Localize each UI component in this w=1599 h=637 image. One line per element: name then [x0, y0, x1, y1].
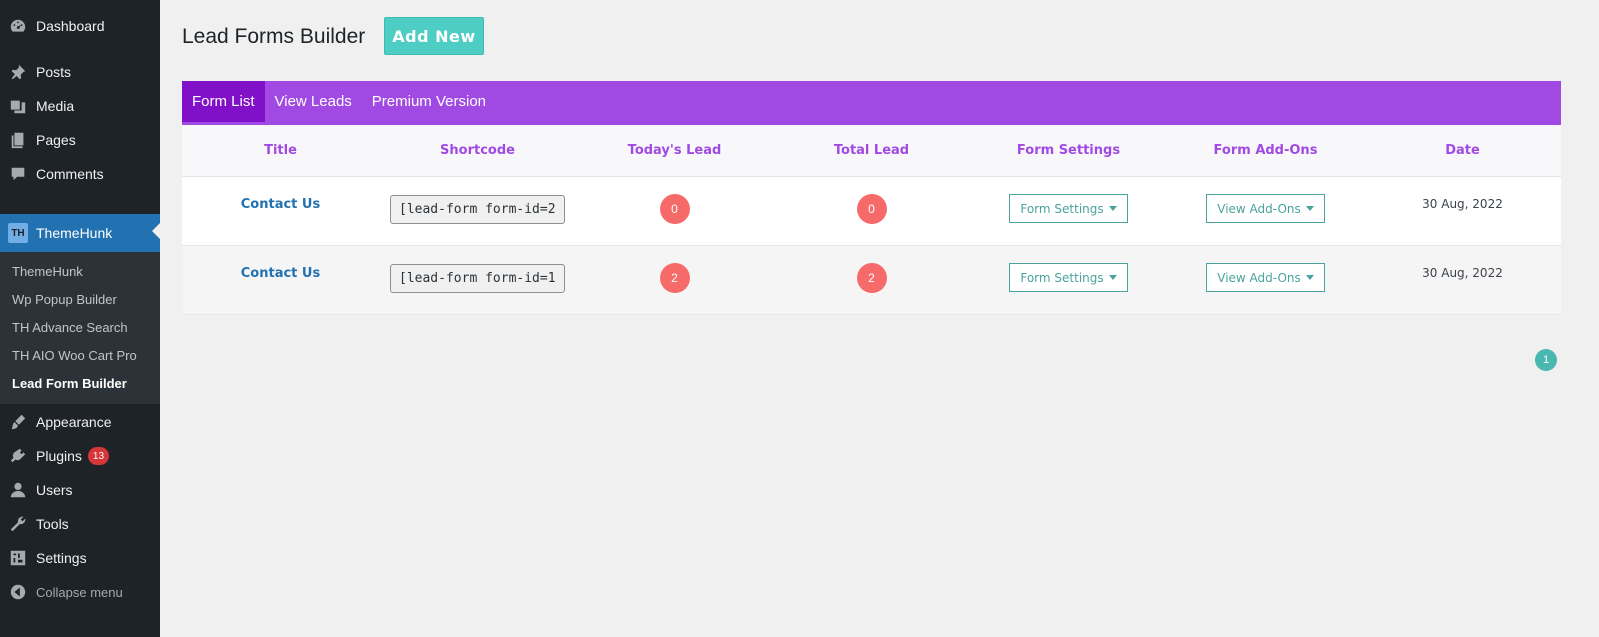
- submenu-th-aio-woo-cart-pro[interactable]: TH AIO Woo Cart Pro: [12, 348, 137, 363]
- menu-settings[interactable]: Settings: [0, 541, 160, 575]
- menu-appearance[interactable]: Appearance: [0, 405, 160, 439]
- menu-label: Users: [36, 482, 73, 498]
- collapse-icon: [8, 582, 28, 602]
- pagination-page-1[interactable]: 1: [1535, 349, 1557, 371]
- column-header-date: Date: [1445, 143, 1480, 158]
- menu-label: Comments: [36, 166, 104, 182]
- menu-label: Dashboard: [36, 18, 105, 34]
- tabs-bar: Form List View Leads Premium Version: [182, 81, 1561, 125]
- plugins-update-badge: 13: [87, 447, 110, 465]
- total-lead-count: 0: [856, 194, 887, 224]
- form-date: 30 Aug, 2022: [1422, 266, 1503, 280]
- media-icon: [8, 96, 28, 116]
- paintbrush-icon: [8, 412, 28, 432]
- menu-label: Tools: [36, 516, 69, 532]
- pages-icon: [8, 130, 28, 150]
- menu-label: Appearance: [36, 414, 112, 430]
- dropdown-label: View Add-Ons: [1217, 201, 1301, 216]
- menu-media[interactable]: Media: [0, 89, 160, 123]
- tab-form-list[interactable]: Form List: [182, 81, 265, 122]
- dropdown-label: View Add-Ons: [1217, 270, 1301, 285]
- caret-down-icon: [1305, 275, 1314, 280]
- submenu-themehunk[interactable]: ThemeHunk: [12, 264, 83, 279]
- caret-down-icon: [1108, 206, 1117, 211]
- add-new-button[interactable]: Add New: [384, 17, 484, 55]
- dropdown-label: Form Settings: [1020, 201, 1104, 216]
- pin-icon: [8, 62, 28, 82]
- table-row: Contact Us [lead-form form-id=2 0 0 Form…: [182, 177, 1561, 246]
- column-header-title: Title: [264, 143, 297, 158]
- collapse-menu[interactable]: Collapse menu: [0, 575, 160, 609]
- todays-lead-count: 2: [659, 263, 690, 293]
- menu-label: Collapse menu: [36, 584, 123, 600]
- column-header-total-lead: Total Lead: [833, 143, 910, 158]
- admin-sidebar: Dashboard Posts Media Pages Comments TH …: [0, 0, 160, 637]
- form-title-link[interactable]: Contact Us: [241, 197, 320, 212]
- todays-lead-count: 0: [659, 194, 690, 224]
- column-header-form-settings: Form Settings: [1016, 143, 1121, 158]
- menu-comments[interactable]: Comments: [0, 157, 160, 191]
- view-addons-dropdown[interactable]: View Add-Ons: [1206, 194, 1325, 223]
- total-lead-count: 2: [856, 263, 887, 293]
- column-header-todays-lead: Today's Lead: [627, 143, 722, 158]
- table-header: Title Shortcode Today's Lead Total Lead …: [182, 125, 1561, 177]
- caret-down-icon: [1305, 206, 1314, 211]
- table-row: Contact Us [lead-form form-id=1 2 2 Form…: [182, 246, 1561, 315]
- user-icon: [8, 480, 28, 500]
- menu-label: ThemeHunk: [36, 225, 113, 241]
- themehunk-logo-icon: TH: [8, 223, 28, 243]
- form-date: 30 Aug, 2022: [1422, 197, 1503, 211]
- menu-label: Settings: [36, 550, 87, 566]
- menu-tools[interactable]: Tools: [0, 507, 160, 541]
- menu-label: Plugins: [36, 448, 82, 464]
- menu-label: Media: [36, 98, 75, 114]
- menu-label: Pages: [36, 132, 76, 148]
- page-title: Lead Forms Builder: [182, 25, 366, 48]
- column-header-shortcode: Shortcode: [440, 143, 515, 158]
- submenu-lead-form-builder[interactable]: Lead Form Builder: [12, 376, 127, 391]
- active-arrow: [152, 223, 160, 239]
- form-title-link[interactable]: Contact Us: [241, 266, 320, 281]
- menu-users[interactable]: Users: [0, 473, 160, 507]
- tab-premium-version[interactable]: Premium Version: [362, 81, 496, 121]
- submenu-wp-popup-builder[interactable]: Wp Popup Builder: [12, 292, 117, 307]
- shortcode-field[interactable]: [lead-form form-id=2: [390, 195, 565, 224]
- themehunk-submenu: ThemeHunk Wp Popup Builder TH Advance Se…: [0, 252, 160, 404]
- menu-themehunk[interactable]: TH ThemeHunk: [0, 214, 160, 252]
- settings-icon: [8, 548, 28, 568]
- menu-posts[interactable]: Posts: [0, 55, 160, 89]
- forms-table: Title Shortcode Today's Lead Total Lead …: [182, 125, 1561, 315]
- form-settings-dropdown[interactable]: Form Settings: [1009, 263, 1128, 292]
- submenu-th-advance-search[interactable]: TH Advance Search: [12, 320, 128, 335]
- tab-view-leads[interactable]: View Leads: [265, 81, 362, 121]
- shortcode-field[interactable]: [lead-form form-id=1: [390, 264, 565, 293]
- column-header-form-addons: Form Add-Ons: [1213, 143, 1318, 158]
- menu-plugins[interactable]: Plugins 13: [0, 439, 160, 473]
- menu-pages[interactable]: Pages: [0, 123, 160, 157]
- view-addons-dropdown[interactable]: View Add-Ons: [1206, 263, 1325, 292]
- dashboard-icon: [8, 16, 28, 36]
- menu-dashboard[interactable]: Dashboard: [0, 9, 160, 43]
- wrench-icon: [8, 514, 28, 534]
- caret-down-icon: [1108, 275, 1117, 280]
- menu-label: Posts: [36, 64, 72, 80]
- comment-icon: [8, 164, 28, 184]
- plugin-icon: [8, 446, 28, 466]
- dropdown-label: Form Settings: [1020, 270, 1104, 285]
- form-settings-dropdown[interactable]: Form Settings: [1009, 194, 1128, 223]
